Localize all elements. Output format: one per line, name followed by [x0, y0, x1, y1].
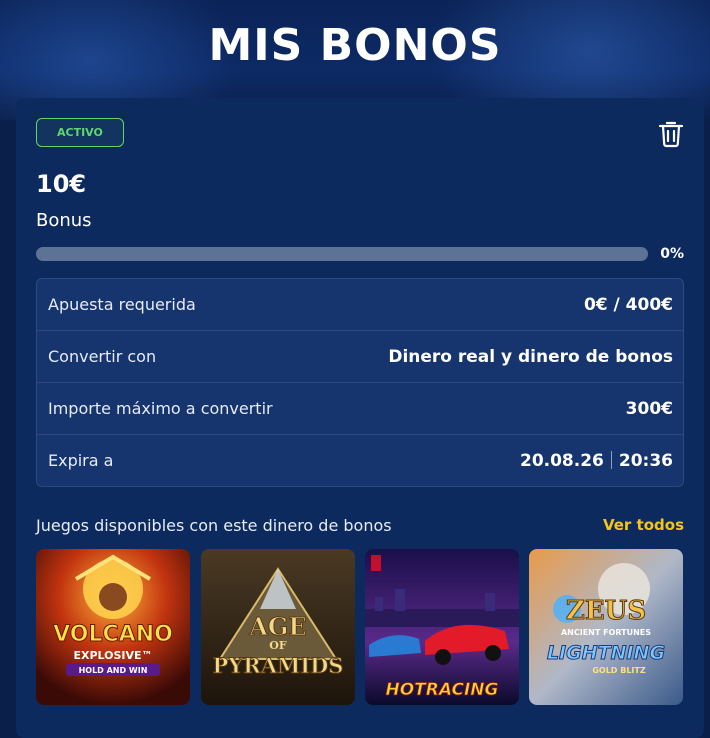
- game-logo-line1: ZEUS: [566, 596, 646, 626]
- game-thumbnail: HOTRACING: [365, 549, 519, 705]
- bonus-label: Bonus: [36, 210, 92, 231]
- detail-row-expiry: Expira a 20.08.26 20:36: [37, 434, 683, 486]
- games-list: VOLCANO EXPLOSIVE™ HOLD AND WIN AGE OF P…: [36, 549, 686, 709]
- game-logo-line2: ANCIENT FORTUNES: [561, 628, 651, 637]
- status-badge: ACTIVO: [36, 118, 124, 147]
- game-logo-line3: LIGHTNING: [547, 642, 665, 664]
- bonus-amount: 10€: [36, 170, 87, 198]
- bonus-details-table: Apuesta requerida 0€ / 400€ Convertir co…: [36, 278, 684, 487]
- progress-percent: 0%: [660, 246, 684, 262]
- game-tile-hotracing[interactable]: HOTRACING: [365, 549, 519, 705]
- game-tile-pyramids[interactable]: AGE OF PYRAMIDS: [201, 549, 355, 705]
- wagering-progress-bar: [36, 247, 648, 261]
- game-thumbnail: ZEUS ANCIENT FORTUNES LIGHTNING GOLD BLI…: [529, 549, 683, 705]
- detail-row-wager: Apuesta requerida 0€ / 400€: [37, 279, 683, 330]
- game-tile-volcano[interactable]: VOLCANO EXPLOSIVE™ HOLD AND WIN: [36, 549, 190, 705]
- trash-icon[interactable]: [658, 120, 684, 148]
- game-logo-line4: GOLD BLITZ: [592, 666, 646, 675]
- detail-key: Apuesta requerida: [48, 295, 196, 314]
- detail-value: Dinero real y dinero de bonos: [388, 347, 673, 367]
- game-logo-line1: VOLCANO: [53, 622, 173, 647]
- game-logo-line1: HOTRACING: [386, 680, 499, 700]
- game-tile-zeus[interactable]: ZEUS ANCIENT FORTUNES LIGHTNING GOLD BLI…: [529, 549, 683, 705]
- expiry-date: 20.08.26: [519, 451, 604, 471]
- game-thumbnail: AGE OF PYRAMIDS: [201, 549, 355, 705]
- game-logo-line1: AGE: [248, 612, 306, 641]
- detail-row-max: Importe máximo a convertir 300€: [37, 382, 683, 434]
- game-logo-line2: OF: [269, 639, 287, 652]
- see-all-link[interactable]: Ver todos: [603, 516, 684, 534]
- game-logo-line3: PYRAMIDS: [213, 653, 344, 678]
- separator: [610, 451, 612, 469]
- detail-key: Importe máximo a convertir: [48, 399, 273, 418]
- page-title: MIS BONOS: [208, 20, 502, 71]
- detail-value-expiry: 20.08.26 20:36: [520, 451, 673, 471]
- detail-row-convert: Convertir con Dinero real y dinero de bo…: [37, 330, 683, 382]
- detail-key: Convertir con: [48, 347, 157, 366]
- detail-key: Expira a: [48, 451, 114, 470]
- game-thumbnail: VOLCANO EXPLOSIVE™ HOLD AND WIN: [36, 549, 190, 705]
- detail-value: 300€: [625, 399, 673, 419]
- detail-value: 0€ / 400€: [583, 295, 673, 315]
- bonus-card: ACTIVO 10€ Bonus 0% Apuesta requerida 0€…: [16, 98, 704, 738]
- expiry-time: 20:36: [618, 451, 673, 471]
- game-logo-line2: EXPLOSIVE™: [73, 649, 152, 662]
- game-logo-line3: HOLD AND WIN: [79, 666, 148, 675]
- games-section-title: Juegos disponibles con este dinero de bo…: [36, 516, 392, 535]
